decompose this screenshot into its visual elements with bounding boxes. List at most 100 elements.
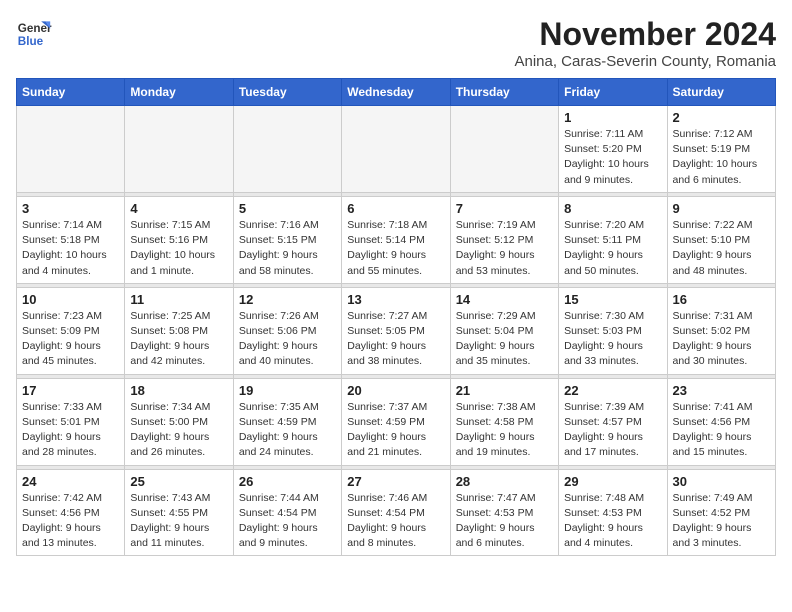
svg-text:Blue: Blue [18,35,44,48]
calendar-cell: 25 Sunrise: 7:43 AM Sunset: 4:55 PM Dayli… [125,469,233,556]
day-info: Sunrise: 7:18 AM Sunset: 5:14 PM Dayligh… [347,218,444,279]
day-number: 2 [673,110,770,125]
day-number: 1 [564,110,661,125]
day-number: 29 [564,474,661,489]
day-info: Sunrise: 7:44 AM Sunset: 4:54 PM Dayligh… [239,491,336,552]
week-row-4: 24 Sunrise: 7:42 AM Sunset: 4:56 PM Dayli… [17,469,776,556]
day-number: 25 [130,474,227,489]
day-info: Sunrise: 7:25 AM Sunset: 5:08 PM Dayligh… [130,309,227,370]
day-info: Sunrise: 7:34 AM Sunset: 5:00 PM Dayligh… [130,400,227,461]
day-info: Sunrise: 7:14 AM Sunset: 5:18 PM Dayligh… [22,218,119,279]
day-number: 3 [22,201,119,216]
calendar-cell: 15 Sunrise: 7:30 AM Sunset: 5:03 PM Dayli… [559,287,667,374]
weekday-header-thursday: Thursday [450,79,558,106]
day-info: Sunrise: 7:20 AM Sunset: 5:11 PM Dayligh… [564,218,661,279]
day-info: Sunrise: 7:30 AM Sunset: 5:03 PM Dayligh… [564,309,661,370]
weekday-header-tuesday: Tuesday [233,79,341,106]
day-number: 7 [456,201,553,216]
day-info: Sunrise: 7:29 AM Sunset: 5:04 PM Dayligh… [456,309,553,370]
calendar-table: SundayMondayTuesdayWednesdayThursdayFrid… [16,78,776,556]
day-number: 5 [239,201,336,216]
day-info: Sunrise: 7:39 AM Sunset: 4:57 PM Dayligh… [564,400,661,461]
weekday-header-wednesday: Wednesday [342,79,450,106]
weekday-header-row: SundayMondayTuesdayWednesdayThursdayFrid… [17,79,776,106]
week-row-1: 3 Sunrise: 7:14 AM Sunset: 5:18 PM Daylig… [17,196,776,283]
calendar-cell: 8Sunrise: 7:20 AM Sunset: 5:11 PM Daylig… [559,196,667,283]
day-number: 4 [130,201,227,216]
calendar-cell [342,106,450,193]
calendar-cell: 5 Sunrise: 7:16 AM Sunset: 5:15 PM Daylig… [233,196,341,283]
day-number: 10 [22,292,119,307]
calendar-cell: 11 Sunrise: 7:25 AM Sunset: 5:08 PM Dayli… [125,287,233,374]
day-number: 26 [239,474,336,489]
day-info: Sunrise: 7:12 AM Sunset: 5:19 PM Dayligh… [673,127,770,188]
calendar-cell: 1 Sunrise: 7:11 AM Sunset: 5:20 PM Daylig… [559,106,667,193]
day-info: Sunrise: 7:43 AM Sunset: 4:55 PM Dayligh… [130,491,227,552]
day-number: 17 [22,383,119,398]
calendar-cell: 2 Sunrise: 7:12 AM Sunset: 5:19 PM Daylig… [667,106,775,193]
calendar-cell: 12 Sunrise: 7:26 AM Sunset: 5:06 PM Dayli… [233,287,341,374]
calendar-cell: 20Sunrise: 7:37 AM Sunset: 4:59 PM Dayli… [342,378,450,465]
day-info: Sunrise: 7:42 AM Sunset: 4:56 PM Dayligh… [22,491,119,552]
day-info: Sunrise: 7:46 AM Sunset: 4:54 PM Dayligh… [347,491,444,552]
day-number: 21 [456,383,553,398]
day-number: 18 [130,383,227,398]
calendar-cell: 14 Sunrise: 7:29 AM Sunset: 5:04 PM Dayli… [450,287,558,374]
weekday-header-sunday: Sunday [17,79,125,106]
day-number: 6 [347,201,444,216]
calendar-cell [450,106,558,193]
day-number: 14 [456,292,553,307]
day-info: Sunrise: 7:49 AM Sunset: 4:52 PM Dayligh… [673,491,770,552]
week-row-0: 1 Sunrise: 7:11 AM Sunset: 5:20 PM Daylig… [17,106,776,193]
day-number: 15 [564,292,661,307]
calendar-cell: 28 Sunrise: 7:47 AM Sunset: 4:53 PM Dayli… [450,469,558,556]
calendar-cell: 9Sunrise: 7:22 AM Sunset: 5:10 PM Daylig… [667,196,775,283]
title-area: November 2024 Anina, Caras-Severin Count… [514,16,776,70]
day-number: 12 [239,292,336,307]
day-number: 27 [347,474,444,489]
calendar-cell: 19Sunrise: 7:35 AM Sunset: 4:59 PM Dayli… [233,378,341,465]
day-info: Sunrise: 7:31 AM Sunset: 5:02 PM Dayligh… [673,309,770,370]
day-info: Sunrise: 7:16 AM Sunset: 5:15 PM Dayligh… [239,218,336,279]
day-number: 24 [22,474,119,489]
day-number: 28 [456,474,553,489]
day-number: 11 [130,292,227,307]
day-number: 23 [673,383,770,398]
calendar-cell: 29Sunrise: 7:48 AM Sunset: 4:53 PM Dayli… [559,469,667,556]
calendar-cell [233,106,341,193]
month-title: November 2024 [514,16,776,53]
calendar-cell: 3 Sunrise: 7:14 AM Sunset: 5:18 PM Daylig… [17,196,125,283]
day-info: Sunrise: 7:11 AM Sunset: 5:20 PM Dayligh… [564,127,661,188]
day-info: Sunrise: 7:33 AM Sunset: 5:01 PM Dayligh… [22,400,119,461]
day-info: Sunrise: 7:22 AM Sunset: 5:10 PM Dayligh… [673,218,770,279]
day-info: Sunrise: 7:26 AM Sunset: 5:06 PM Dayligh… [239,309,336,370]
calendar-cell: 26 Sunrise: 7:44 AM Sunset: 4:54 PM Dayli… [233,469,341,556]
day-info: Sunrise: 7:47 AM Sunset: 4:53 PM Dayligh… [456,491,553,552]
day-info: Sunrise: 7:23 AM Sunset: 5:09 PM Dayligh… [22,309,119,370]
day-info: Sunrise: 7:38 AM Sunset: 4:58 PM Dayligh… [456,400,553,461]
week-row-3: 17 Sunrise: 7:33 AM Sunset: 5:01 PM Dayli… [17,378,776,465]
calendar-cell: 16Sunrise: 7:31 AM Sunset: 5:02 PM Dayli… [667,287,775,374]
calendar-cell: 22 Sunrise: 7:39 AM Sunset: 4:57 PM Dayli… [559,378,667,465]
day-number: 20 [347,383,444,398]
day-info: Sunrise: 7:27 AM Sunset: 5:05 PM Dayligh… [347,309,444,370]
calendar-cell: 21 Sunrise: 7:38 AM Sunset: 4:58 PM Dayli… [450,378,558,465]
calendar-cell: 10 Sunrise: 7:23 AM Sunset: 5:09 PM Dayli… [17,287,125,374]
week-row-2: 10 Sunrise: 7:23 AM Sunset: 5:09 PM Dayli… [17,287,776,374]
weekday-header-monday: Monday [125,79,233,106]
calendar-cell: 7 Sunrise: 7:19 AM Sunset: 5:12 PM Daylig… [450,196,558,283]
day-info: Sunrise: 7:19 AM Sunset: 5:12 PM Dayligh… [456,218,553,279]
calendar-cell: 6 Sunrise: 7:18 AM Sunset: 5:14 PM Daylig… [342,196,450,283]
weekday-header-saturday: Saturday [667,79,775,106]
calendar-cell: 13 Sunrise: 7:27 AM Sunset: 5:05 PM Dayli… [342,287,450,374]
logo: General Blue General Blue [16,16,52,52]
calendar-cell: 18 Sunrise: 7:34 AM Sunset: 5:00 PM Dayli… [125,378,233,465]
day-number: 22 [564,383,661,398]
calendar-cell: 4Sunrise: 7:15 AM Sunset: 5:16 PM Daylig… [125,196,233,283]
day-number: 13 [347,292,444,307]
day-number: 30 [673,474,770,489]
calendar-cell: 27 Sunrise: 7:46 AM Sunset: 4:54 PM Dayli… [342,469,450,556]
calendar-cell: 23Sunrise: 7:41 AM Sunset: 4:56 PM Dayli… [667,378,775,465]
header: General Blue General Blue November 2024 … [16,16,776,70]
calendar-cell: 17 Sunrise: 7:33 AM Sunset: 5:01 PM Dayli… [17,378,125,465]
